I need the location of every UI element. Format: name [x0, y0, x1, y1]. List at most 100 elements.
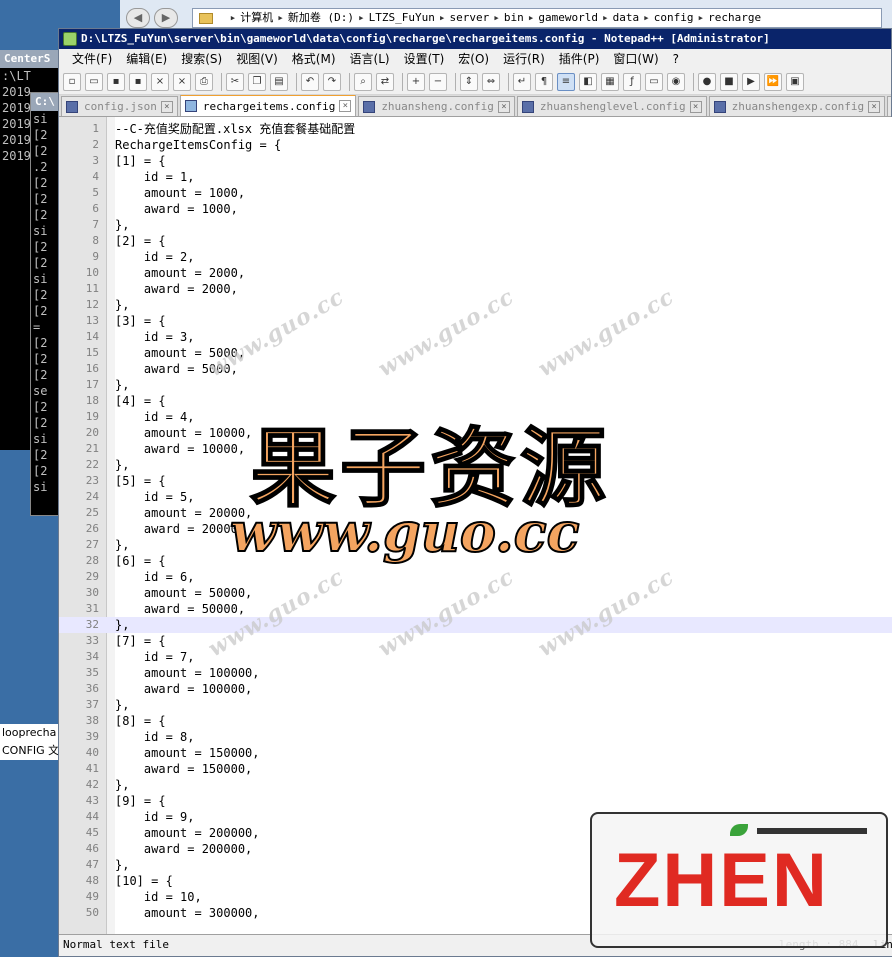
tab-close-icon[interactable]: ×: [160, 100, 173, 113]
stop-macro-icon[interactable]: ■: [720, 72, 738, 91]
word-wrap-icon[interactable]: ↵: [513, 72, 531, 91]
code-line[interactable]: 42},: [59, 777, 892, 793]
address-path[interactable]: ▸ 计算机 ▸ 新加卷 (D:) ▸ LTZS_FuYun ▸ server ▸ bin ▸ game…: [192, 8, 882, 28]
code-line[interactable]: 41 award = 150000,: [59, 761, 892, 777]
zoom-in-icon[interactable]: +: [407, 72, 425, 91]
find-icon[interactable]: ⌕: [354, 72, 372, 91]
code-line[interactable]: 16 award = 5000,: [59, 361, 892, 377]
code-line[interactable]: 14 id = 3,: [59, 329, 892, 345]
code-line[interactable]: 8 [2] = {: [59, 233, 892, 249]
code-line[interactable]: 3 [1] = {: [59, 153, 892, 169]
cut-icon[interactable]: ✂: [226, 72, 244, 91]
close-icon[interactable]: ×: [151, 72, 169, 91]
code-line[interactable]: 6 award = 1000,: [59, 201, 892, 217]
zoom-out-icon[interactable]: −: [429, 72, 447, 91]
save-all-icon[interactable]: ▪: [129, 72, 147, 91]
copy-icon[interactable]: ❐: [248, 72, 266, 91]
monitor-icon[interactable]: ◉: [667, 72, 685, 91]
breadcrumb-separator-icon[interactable]: ▸: [524, 11, 539, 24]
file-tab[interactable]: zhuansheng.config ×: [358, 96, 515, 116]
save-icon[interactable]: ▪: [107, 72, 125, 91]
breadcrumb-item[interactable]: config: [654, 11, 694, 24]
sync-h-icon[interactable]: ⇔: [482, 72, 500, 91]
redo-icon[interactable]: ↷: [323, 72, 341, 91]
code-line[interactable]: 39 id = 8,: [59, 729, 892, 745]
menu-item[interactable]: ?: [666, 49, 686, 69]
file-tab[interactable]: zhuanshengexp.config ×: [708, 96, 886, 116]
file-tab[interactable]: config.json ×: [61, 96, 178, 116]
code-line[interactable]: 5 amount = 1000,: [59, 185, 892, 201]
tab-close-icon[interactable]: ×: [339, 100, 352, 112]
menu-item[interactable]: 文件(F): [65, 49, 119, 69]
menu-item[interactable]: 搜索(S): [174, 49, 229, 69]
print-icon[interactable]: ⎙: [195, 72, 213, 91]
code-line[interactable]: 32},: [59, 617, 892, 633]
code-line[interactable]: 17},: [59, 377, 892, 393]
replace-icon[interactable]: ⇄: [376, 72, 394, 91]
breadcrumb-item[interactable]: 计算机: [240, 11, 273, 24]
window-title-bar[interactable]: D:\LTZS_FuYun\server\bin\gameworld\data\…: [59, 29, 891, 49]
lang-icon[interactable]: ◧: [579, 72, 597, 91]
code-line[interactable]: 33 [7] = {: [59, 633, 892, 649]
breadcrumb-separator-icon[interactable]: ▸: [489, 11, 504, 24]
menu-item[interactable]: 编辑(E): [119, 49, 174, 69]
show-all-chars-icon[interactable]: ¶: [535, 72, 553, 91]
file-tab[interactable]: zhuanshenglevel.config ×: [516, 96, 707, 116]
menu-item[interactable]: 视图(V): [229, 49, 285, 69]
file-tab[interactable]: rechargeitems.config ×: [179, 95, 357, 116]
code-line[interactable]: 38 [8] = {: [59, 713, 892, 729]
play-macro-icon[interactable]: ▶: [742, 72, 760, 91]
tab-close-icon[interactable]: ×: [868, 100, 881, 113]
menu-item[interactable]: 插件(P): [552, 49, 607, 69]
code-line[interactable]: 2 RechargeItemsConfig = {: [59, 137, 892, 153]
code-line[interactable]: 1 --C-充值奖励配置.xlsx 充值套餐基础配置: [59, 121, 892, 137]
breadcrumb-item[interactable]: gameworld: [538, 11, 598, 24]
breadcrumb-item[interactable]: server: [449, 11, 489, 24]
breadcrumb-item[interactable]: data: [613, 11, 640, 24]
code-line[interactable]: 4 id = 1,: [59, 169, 892, 185]
code-line[interactable]: 35 amount = 100000,: [59, 665, 892, 681]
menu-item[interactable]: 运行(R): [496, 49, 552, 69]
code-line[interactable]: 40 amount = 150000,: [59, 745, 892, 761]
breadcrumb-item[interactable]: LTZS_FuYun: [369, 11, 435, 24]
menu-item[interactable]: 宏(O): [451, 49, 496, 69]
open-file-icon[interactable]: ▭: [85, 72, 103, 91]
breadcrumb-item[interactable]: 新加卷 (D:): [288, 11, 354, 24]
record-macro-icon[interactable]: ●: [698, 72, 716, 91]
forward-button[interactable]: ▶: [154, 8, 178, 28]
breadcrumb-separator-icon[interactable]: ▸: [273, 11, 288, 24]
menu-item[interactable]: 设置(T): [397, 49, 452, 69]
menu-item[interactable]: 格式(M): [285, 49, 343, 69]
breadcrumb-separator-icon[interactable]: ▸: [226, 11, 241, 24]
code-line[interactable]: 15 amount = 5000,: [59, 345, 892, 361]
save-macro-icon[interactable]: ▣: [786, 72, 804, 91]
doc-map-icon[interactable]: ▦: [601, 72, 619, 91]
tab-close-icon[interactable]: ×: [497, 100, 510, 113]
indent-guide-icon[interactable]: ≡: [557, 72, 575, 91]
tab-close-icon[interactable]: ×: [689, 100, 702, 113]
breadcrumb-item[interactable]: bin: [504, 11, 524, 24]
code-line[interactable]: 36 award = 100000,: [59, 681, 892, 697]
breadcrumb-separator-icon[interactable]: ▸: [354, 11, 369, 24]
back-button[interactable]: ◀: [126, 8, 150, 28]
paste-icon[interactable]: ▤: [270, 72, 288, 91]
close-all-icon[interactable]: ×: [173, 72, 191, 91]
code-line[interactable]: 34 id = 7,: [59, 649, 892, 665]
undo-icon[interactable]: ↶: [301, 72, 319, 91]
code-line[interactable]: 43 [9] = {: [59, 793, 892, 809]
breadcrumb-separator-icon[interactable]: ▸: [693, 11, 708, 24]
menu-item[interactable]: 窗口(W): [606, 49, 665, 69]
sync-v-icon[interactable]: ⇕: [460, 72, 478, 91]
run-macro-multiple-icon[interactable]: ⏩: [764, 72, 782, 91]
folder-workspace-icon[interactable]: ▭: [645, 72, 663, 91]
menu-item[interactable]: 语言(L): [343, 49, 397, 69]
breadcrumb-separator-icon[interactable]: ▸: [639, 11, 654, 24]
breadcrumb-item[interactable]: recharge: [708, 11, 761, 24]
code-line[interactable]: 11 award = 2000,: [59, 281, 892, 297]
code-line[interactable]: 9 id = 2,: [59, 249, 892, 265]
breadcrumb-separator-icon[interactable]: ▸: [435, 11, 450, 24]
breadcrumb-separator-icon[interactable]: ▸: [598, 11, 613, 24]
code-line[interactable]: 10 amount = 2000,: [59, 265, 892, 281]
code-line[interactable]: 7},: [59, 217, 892, 233]
new-file-icon[interactable]: ▫: [63, 72, 81, 91]
